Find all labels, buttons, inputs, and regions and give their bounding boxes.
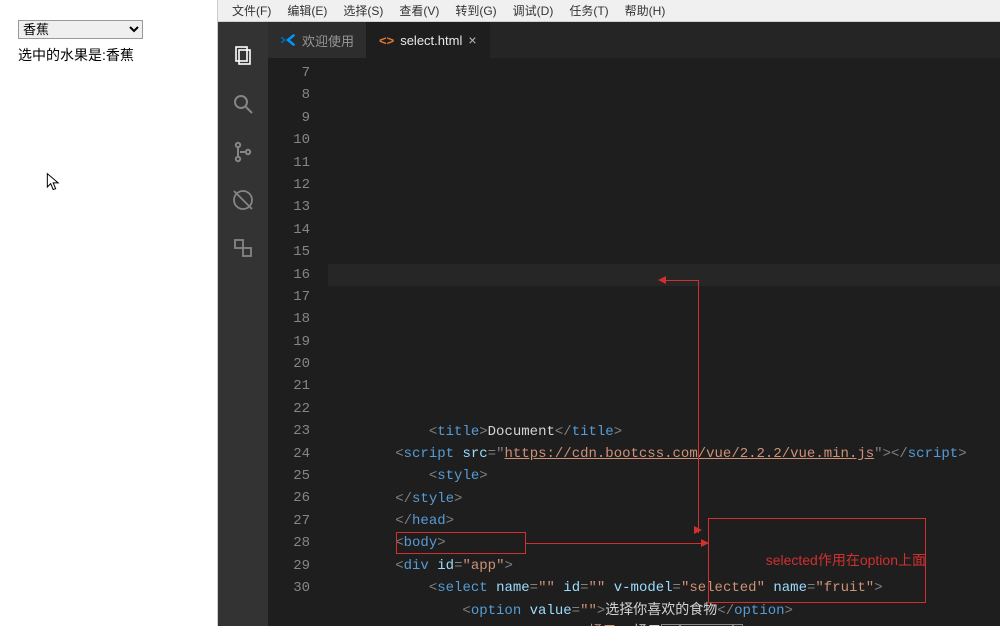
annotation-box: selected作用在option上面 <box>708 518 926 603</box>
tab-welcome-label: 欢迎使用 <box>302 31 354 50</box>
fruit-select[interactable]: 香蕉 <box>18 20 143 39</box>
menu-help[interactable]: 帮助(H) <box>617 2 674 19</box>
explorer-icon[interactable] <box>218 32 268 80</box>
menu-select[interactable]: 选择(S) <box>335 2 391 19</box>
vscode-window: 文件(F) 编辑(E) 选择(S) 查看(V) 转到(G) 调试(D) 任务(T… <box>218 0 1000 626</box>
menu-debug[interactable]: 调试(D) <box>505 2 562 19</box>
menu-bar: 文件(F) 编辑(E) 选择(S) 查看(V) 转到(G) 调试(D) 任务(T… <box>218 0 1000 22</box>
vscode-icon <box>280 32 296 48</box>
activity-bar <box>218 22 268 626</box>
menu-view[interactable]: 查看(V) <box>391 2 447 19</box>
annotation-arrow-1b <box>663 280 698 281</box>
menu-file[interactable]: 文件(F) <box>224 2 279 19</box>
tab-bar: 欢迎使用 <> select.html × <box>268 22 1000 58</box>
line-gutter: 7891011121314151617181920212223242526272… <box>268 58 328 626</box>
mouse-cursor-icon <box>44 172 64 192</box>
editor-area: 欢迎使用 <> select.html × 789101112131415161… <box>268 22 1000 626</box>
extensions-icon[interactable] <box>218 224 268 272</box>
search-icon[interactable] <box>218 80 268 128</box>
output-text: 选中的水果是:香蕉 <box>18 45 217 65</box>
code-content[interactable]: selected作用在option上面 <title>Document</tit… <box>328 58 1000 626</box>
debug-icon[interactable] <box>218 176 268 224</box>
tab-select-html-label: select.html <box>400 33 462 48</box>
close-icon[interactable]: × <box>468 32 476 48</box>
menu-goto[interactable]: 转到(G) <box>447 2 504 19</box>
tab-welcome[interactable]: 欢迎使用 <box>268 22 367 58</box>
browser-preview-pane: 香蕉 选中的水果是:香蕉 <box>0 0 218 626</box>
menu-tasks[interactable]: 任务(T) <box>561 2 616 19</box>
menu-edit[interactable]: 编辑(E) <box>279 2 335 19</box>
html-icon: <> <box>379 33 394 48</box>
source-control-icon[interactable] <box>218 128 268 176</box>
annotation-arrowhead-1 <box>658 276 666 284</box>
code-editor[interactable]: 7891011121314151617181920212223242526272… <box>268 58 1000 626</box>
tab-select-html[interactable]: <> select.html × <box>367 22 490 58</box>
